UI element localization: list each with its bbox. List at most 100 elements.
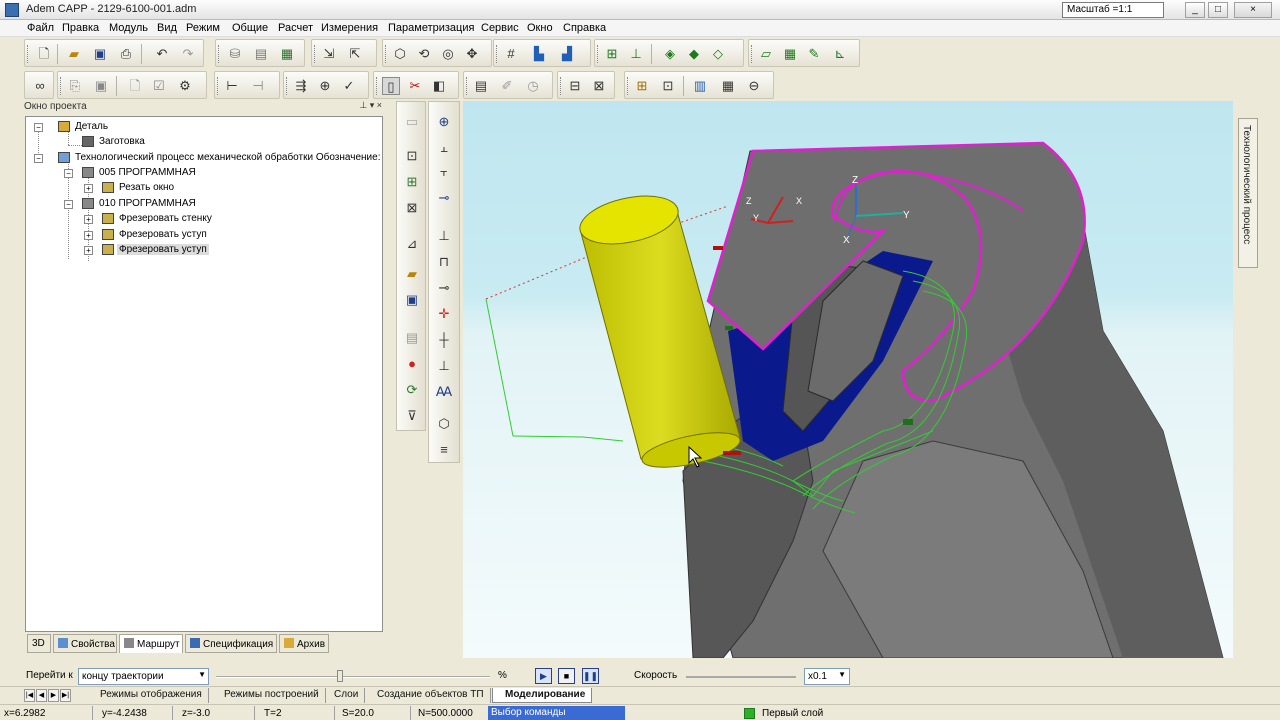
edit-element-icon[interactable]: ⊿ (401, 234, 423, 254)
goto-progress-slider[interactable] (216, 670, 490, 682)
rotate-view-icon[interactable]: ⟲ (415, 45, 433, 63)
panel-pin-close-icons[interactable]: ⊥ ▾ × (359, 100, 382, 111)
route-add-icon[interactable]: ⊕ (316, 77, 334, 95)
doc-check-icon[interactable]: ☑ (150, 77, 168, 95)
toolbar-grip[interactable] (597, 45, 600, 63)
import-icon[interactable]: ⇲ (320, 45, 338, 63)
tab-create-objects[interactable]: Создание объектов ТП (365, 688, 491, 703)
tree-node-op010[interactable]: 010 ПРОГРАММНАЯ (82, 198, 198, 209)
save-icon[interactable]: ▣ (91, 45, 109, 63)
tree-node-step[interactable]: Фрезеровать уступ (102, 229, 209, 240)
minus-circle-icon[interactable]: ⊖ (745, 77, 763, 95)
level-icon[interactable]: ⊥ (433, 356, 455, 376)
menu-general[interactable]: Общие (232, 22, 268, 34)
operation-icon[interactable]: ⊟ (566, 77, 584, 95)
pause-button[interactable]: ❚❚ (582, 668, 599, 684)
menu-measure[interactable]: Измерения (321, 22, 378, 34)
tree-expander[interactable]: + (84, 231, 93, 240)
cube-view-icon[interactable]: ⬡ (391, 45, 409, 63)
route-check-icon[interactable]: ✓ (340, 77, 358, 95)
mesh-icon[interactable]: ▦ (781, 45, 799, 63)
tree-node-step-selected[interactable]: Фрезеровать уступ (102, 244, 209, 256)
origin-icon[interactable]: ✛ (433, 304, 455, 324)
tree-edit-icon[interactable]: ⊣ (249, 77, 267, 95)
prev-tab-icon[interactable]: ◀ (36, 689, 47, 702)
first-tab-icon[interactable]: |◀ (24, 689, 35, 702)
toolbar-grip[interactable] (314, 45, 317, 63)
cut-icon[interactable]: ✂ (406, 77, 424, 95)
tree-expander[interactable]: − (34, 154, 43, 163)
line-tool-icon[interactable]: ┼ (433, 330, 455, 350)
tree-expander[interactable]: − (64, 169, 73, 178)
toolbar-grip[interactable] (751, 45, 754, 63)
minimize-button[interactable]: _ (1185, 2, 1205, 18)
cube-icon[interactable]: ⬡ (433, 414, 455, 434)
toolbar-grip[interactable] (60, 77, 63, 95)
plane-icon[interactable]: ▱ (757, 45, 775, 63)
scale-field[interactable]: Масштаб =1:1 (1062, 2, 1164, 18)
tree-expander[interactable]: − (64, 200, 73, 209)
contour-icon[interactable]: ⊥ (433, 226, 455, 246)
doc-save-icon[interactable]: ▣ (92, 77, 110, 95)
operation-edit-icon[interactable]: ⊠ (590, 77, 608, 95)
menu-view[interactable]: Вид (157, 22, 177, 34)
text-doc-icon[interactable]: ▤ (472, 77, 490, 95)
tab-archive[interactable]: Архив (279, 634, 329, 653)
step-down-icon[interactable]: ⊸ (433, 278, 455, 298)
probe-icon[interactable]: ✎ (805, 45, 823, 63)
cylinder-icon[interactable]: ▯ (382, 77, 400, 95)
stack-alt-icon[interactable]: ◆ (685, 45, 703, 63)
redo-icon[interactable]: ↷ (179, 45, 197, 63)
select-frame-icon[interactable]: ▭ (401, 112, 423, 132)
open-folder-icon[interactable]: ▰ (65, 45, 83, 63)
tab-specification[interactable]: Спецификация (185, 634, 277, 653)
tool-holder-icon[interactable]: ⊕ (433, 112, 455, 132)
slider-thumb[interactable] (337, 670, 343, 682)
table-icon[interactable]: ▦ (719, 77, 737, 95)
layers-list-icon[interactable]: ≡ (433, 440, 455, 460)
tab-modeling[interactable]: Моделирование (492, 688, 593, 703)
database-icon[interactable]: ⛁ (226, 45, 244, 63)
pan-icon[interactable]: ✥ (463, 45, 481, 63)
menu-service[interactable]: Сервис (481, 22, 519, 34)
refresh-icon[interactable]: ⟳ (401, 380, 423, 400)
tab-3d[interactable]: 3D (27, 634, 51, 653)
toolpath-icon[interactable]: ⫠ (433, 138, 455, 158)
next-tab-icon[interactable]: ▶ (48, 689, 59, 702)
goto-select[interactable]: концу траектории ▼ (78, 668, 209, 685)
tab-properties[interactable]: Свойства (53, 634, 117, 653)
print-icon[interactable]: ⎙ (117, 45, 135, 63)
toolbar-grip[interactable] (286, 77, 289, 95)
report-icon[interactable]: ⊞ (633, 77, 651, 95)
toolbar-grip[interactable] (466, 77, 469, 95)
menu-edit[interactable]: Правка (62, 22, 99, 34)
toolbar-grip[interactable] (560, 77, 563, 95)
menu-mode[interactable]: Режим (186, 22, 220, 34)
route-icon[interactable]: ⇶ (292, 77, 310, 95)
side-tab-process[interactable]: Технологический процесс (1238, 118, 1258, 268)
calc-icon[interactable]: ▦ (278, 45, 296, 63)
orbit-icon[interactable]: ◎ (439, 45, 457, 63)
tree-node-blank[interactable]: Заготовка (82, 136, 147, 147)
undo-icon[interactable]: ↶ (153, 45, 171, 63)
play-button[interactable]: ▶ (535, 668, 552, 684)
layers-icon[interactable]: ▤ (252, 45, 270, 63)
toolbar-grip[interactable] (385, 45, 388, 63)
doc-icon[interactable]: 🗋 (126, 77, 144, 95)
delete-element-icon[interactable]: ⊠ (401, 198, 423, 218)
glasses-icon[interactable]: ∞ (31, 77, 49, 95)
open-element-icon[interactable]: ▰ (401, 264, 423, 284)
tab-build-modes[interactable]: Режимы построений (212, 688, 326, 703)
grid-icon[interactable]: # (502, 45, 520, 63)
tree-expander[interactable]: − (34, 123, 43, 132)
menu-calc[interactable]: Расчет (278, 22, 313, 34)
tool-icon[interactable]: ⊥ (627, 45, 645, 63)
new-file-icon[interactable]: 🗋 (35, 45, 53, 63)
tree-expander[interactable]: + (84, 215, 93, 224)
menu-window[interactable]: Окно (527, 22, 553, 34)
close-button[interactable]: × (1234, 2, 1272, 18)
doc-copy-icon[interactable]: ⎘ (66, 77, 84, 95)
fixture-icon[interactable]: ▟ (558, 45, 576, 63)
tree-expander[interactable]: + (84, 246, 93, 255)
menu-param[interactable]: Параметризация (388, 22, 474, 34)
